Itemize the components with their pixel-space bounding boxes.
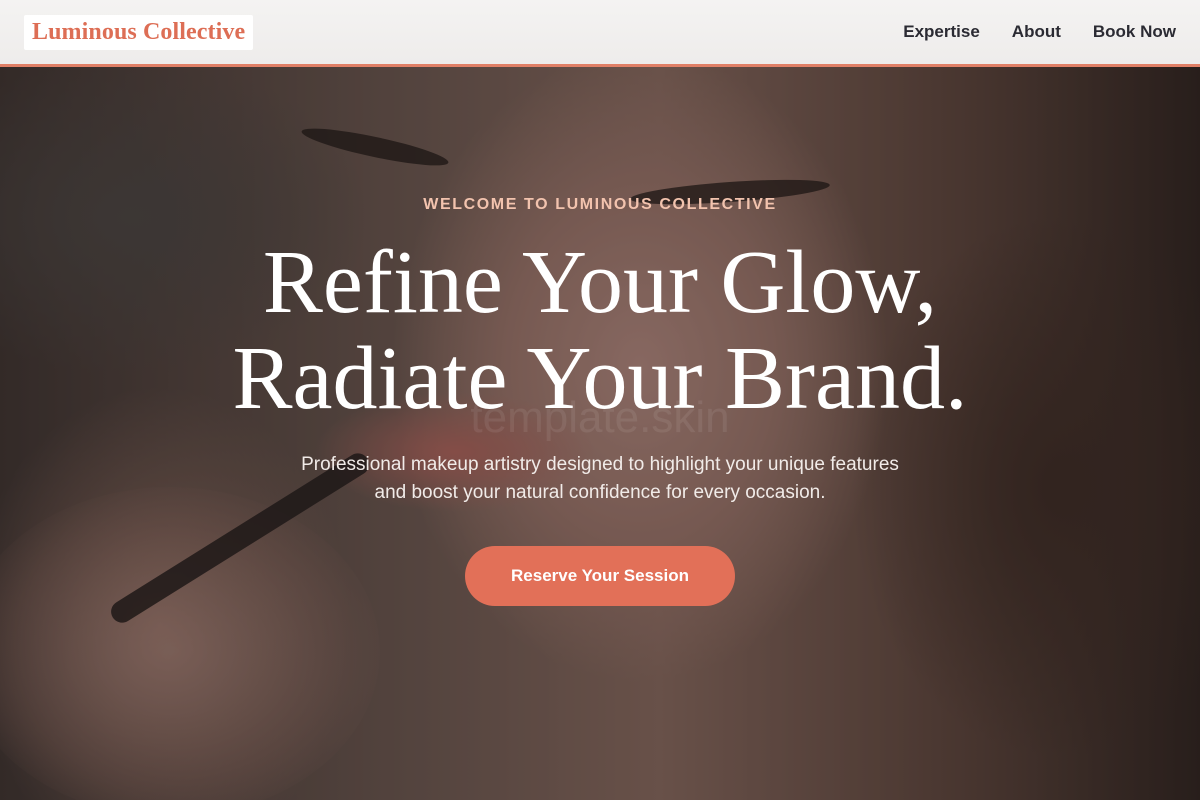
- hero-headline: Refine Your Glow, Radiate Your Brand.: [0, 235, 1200, 427]
- headline-line-2: Radiate Your Brand.: [232, 329, 968, 428]
- subtext-line-1: Professional makeup artistry designed to…: [301, 454, 899, 475]
- site-header: Luminous Collective Expertise About Book…: [0, 0, 1200, 67]
- reserve-session-button[interactable]: Reserve Your Session: [465, 546, 735, 606]
- hero-eyebrow: WELCOME TO LUMINOUS COLLECTIVE: [423, 196, 777, 213]
- nav-link-book-now[interactable]: Book Now: [1093, 22, 1176, 42]
- headline-line-1: Refine Your Glow,: [262, 233, 938, 332]
- nav-link-expertise[interactable]: Expertise: [903, 22, 980, 42]
- nav-link-about[interactable]: About: [1012, 22, 1061, 42]
- subtext-line-2: and boost your natural confidence for ev…: [374, 482, 826, 503]
- main-nav: Expertise About Book Now: [903, 22, 1176, 42]
- hero-content: template.skin WELCOME TO LUMINOUS COLLEC…: [0, 67, 1200, 800]
- hero-subtext: Professional makeup artistry designed to…: [0, 451, 1200, 507]
- logo[interactable]: Luminous Collective: [24, 14, 254, 50]
- hero-section: template.skin WELCOME TO LUMINOUS COLLEC…: [0, 67, 1200, 800]
